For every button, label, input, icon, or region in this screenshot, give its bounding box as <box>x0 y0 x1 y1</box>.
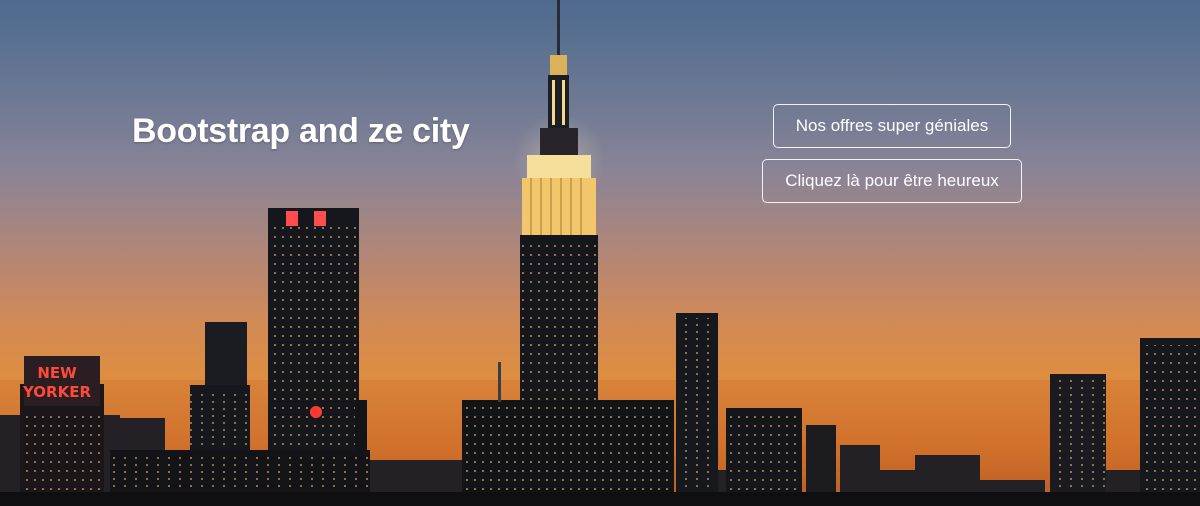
happy-button[interactable]: Cliquez là pour être heureux <box>762 159 1022 203</box>
offers-button[interactable]: Nos offres super géniales <box>773 104 1011 148</box>
neon-sign-line-2: YORKER <box>22 383 91 401</box>
new-yorker-building: NEW YORKER <box>20 356 104 506</box>
hero-title: Bootstrap and ze city <box>132 112 470 150</box>
city-skyline-image: NEW YORKER <box>0 0 1200 506</box>
neon-sign-line-1: NEW <box>37 364 77 382</box>
hero-banner: NEW YORKER Bootstrap and ze city Nos off… <box>0 0 1200 506</box>
